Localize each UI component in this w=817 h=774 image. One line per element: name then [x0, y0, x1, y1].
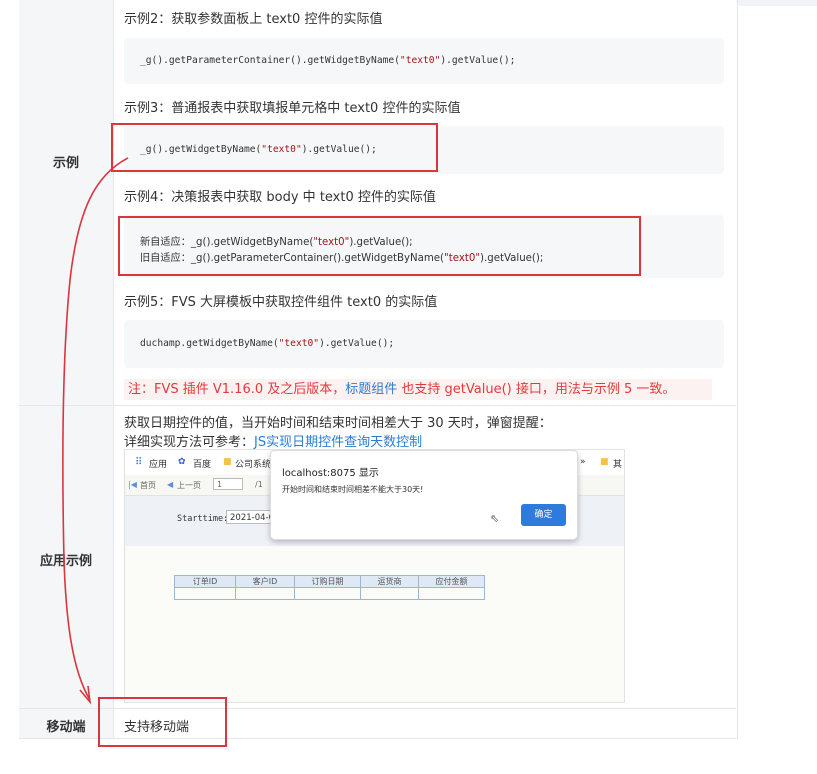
annotation-arrow-line [62, 157, 129, 701]
annotation-arrow-head [79, 685, 92, 705]
annotation-arrow [62, 157, 129, 705]
